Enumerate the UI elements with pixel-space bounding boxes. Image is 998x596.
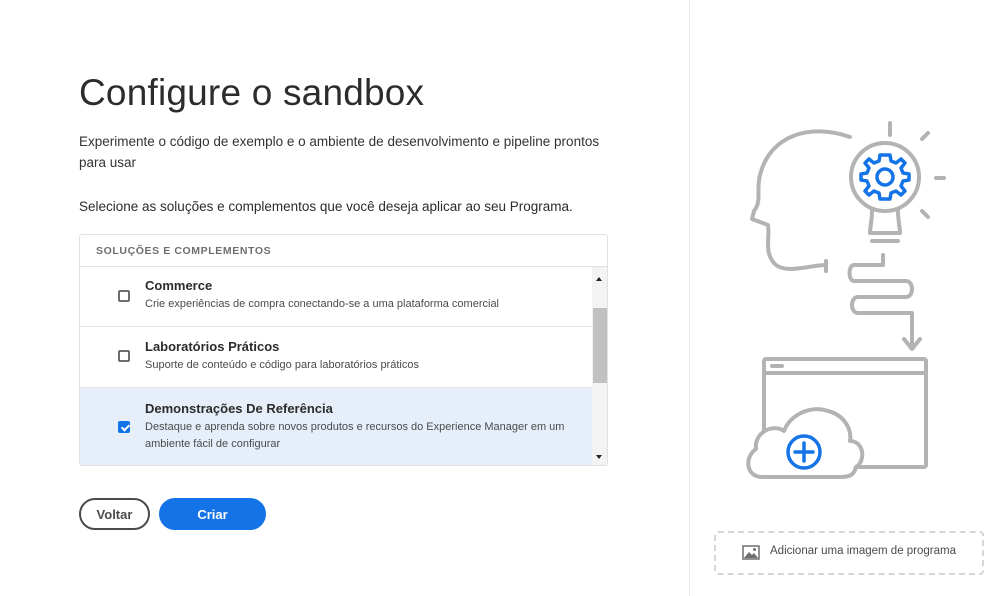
- scroll-up-icon[interactable]: [596, 277, 602, 281]
- add-program-image-label: Adicionar uma imagem de programa: [770, 545, 957, 557]
- setup-panel: Configure o sandbox Experimente o código…: [0, 0, 689, 596]
- scroll-down-icon[interactable]: [596, 455, 602, 459]
- solution-item-reference-demos[interactable]: Demonstrações De Referência Destaque e a…: [80, 388, 592, 465]
- commerce-checkbox[interactable]: [118, 290, 130, 302]
- back-button[interactable]: Voltar: [79, 498, 150, 530]
- solution-title: Commerce: [145, 278, 213, 293]
- sandbox-illustration-icon: [746, 121, 946, 479]
- solution-title: Laboratórios Práticos: [145, 339, 280, 354]
- reference-demos-checkbox[interactable]: [118, 421, 130, 433]
- labs-checkbox[interactable]: [118, 350, 130, 362]
- solution-description: Destaque e aprenda sobre novos produtos …: [145, 421, 565, 450]
- selection-instruction: Selecione as soluções e complementos que…: [79, 199, 573, 214]
- solution-item-commerce[interactable]: Commerce Crie experiências de compra con…: [80, 267, 592, 327]
- create-button[interactable]: Criar: [159, 498, 266, 530]
- page-description: Experimente o código de exemplo e o ambi…: [79, 134, 600, 170]
- page-title: Configure o sandbox: [79, 72, 425, 113]
- scroll-thumb[interactable]: [593, 308, 607, 383]
- solutions-list: Commerce Crie experiências de compra con…: [80, 267, 592, 465]
- solution-item-labs[interactable]: Laboratórios Práticos Suporte de conteúd…: [80, 327, 592, 388]
- list-scrollbar[interactable]: [592, 267, 607, 465]
- add-program-image-button[interactable]: Adicionar uma imagem de programa: [714, 531, 984, 575]
- solutions-list-panel: SOLUÇÕES E COMPLEMENTOS Commerce Crie ex…: [79, 234, 608, 466]
- solutions-header: SOLUÇÕES E COMPLEMENTOS: [80, 235, 607, 267]
- solution-title: Demonstrações De Referência: [145, 401, 333, 416]
- image-icon: [742, 545, 760, 560]
- solution-description: Suporte de conteúdo e código para labora…: [145, 359, 419, 371]
- solution-description: Crie experiências de compra conectando-s…: [145, 298, 500, 310]
